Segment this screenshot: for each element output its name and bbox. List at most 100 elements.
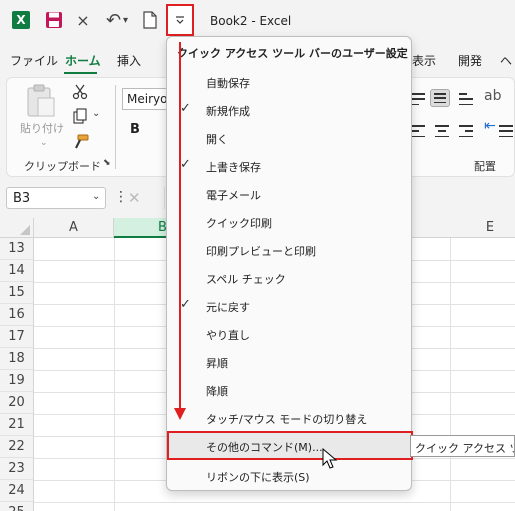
- tab-home[interactable]: ホーム: [65, 52, 101, 69]
- menu-item-redo[interactable]: やり直し: [168, 319, 411, 347]
- save-button[interactable]: [44, 8, 64, 32]
- row-header[interactable]: 15: [0, 282, 34, 304]
- annotation-arrow-head-icon: [174, 408, 186, 420]
- menu-item-undo[interactable]: ✓ 元に戻す: [168, 291, 411, 319]
- orientation-icon[interactable]: ab: [484, 88, 501, 104]
- align-right-button[interactable]: [456, 122, 476, 140]
- name-box-dropdown-icon[interactable]: ⌄: [92, 191, 100, 202]
- menu-item-label: 降順: [206, 385, 228, 398]
- align-middle-button[interactable]: [430, 89, 450, 107]
- select-all-corner[interactable]: [0, 218, 34, 238]
- menu-item-email[interactable]: 電子メール: [168, 179, 411, 207]
- window-title: Book2 - Excel: [210, 14, 292, 28]
- menu-item-open[interactable]: 開く: [168, 123, 411, 151]
- column-header-e[interactable]: E: [450, 218, 515, 238]
- new-document-button[interactable]: [140, 8, 160, 32]
- row-header[interactable]: 25: [0, 502, 34, 511]
- align-center-button[interactable]: [432, 122, 452, 140]
- undo-icon: ↶: [105, 9, 122, 31]
- row-header[interactable]: 19: [0, 370, 34, 392]
- menu-item-print-preview[interactable]: 印刷プレビューと印刷: [168, 235, 411, 263]
- grid-line: [34, 502, 515, 503]
- menu-item-label: 上書き保存: [206, 161, 261, 174]
- new-document-icon: [143, 11, 157, 29]
- menu-item-label: タッチ/マウス モードの切り替え: [206, 413, 368, 426]
- menu-item-touch-mouse-mode[interactable]: タッチ/マウス モードの切り替え: [168, 403, 411, 431]
- font-name-box[interactable]: Meiryo: [122, 88, 170, 110]
- menu-item-autosave[interactable]: 自動保存: [168, 67, 411, 95]
- menu-item-more-commands[interactable]: その他のコマンド(M)...: [167, 431, 413, 460]
- row-header[interactable]: 18: [0, 348, 34, 370]
- row-header[interactable]: 14: [0, 260, 34, 282]
- menu-item-new[interactable]: ✓ 新規作成: [168, 95, 411, 123]
- menu-item-save[interactable]: ✓ 上書き保存: [168, 151, 411, 179]
- bold-button[interactable]: B: [130, 122, 140, 137]
- active-tab-indicator: [64, 72, 97, 74]
- paste-icon[interactable]: [24, 84, 56, 118]
- row-header[interactable]: 13: [0, 238, 34, 260]
- row-header[interactable]: 22: [0, 436, 34, 458]
- tab-developer[interactable]: 開発: [458, 52, 482, 69]
- close-icon[interactable]: ×: [74, 8, 92, 32]
- tab-insert[interactable]: 挿入: [117, 52, 141, 69]
- cut-icon[interactable]: [72, 84, 88, 100]
- name-box[interactable]: B3: [6, 187, 106, 209]
- clipboard-dialog-launcher-icon[interactable]: ⬊: [103, 158, 111, 168]
- row-header[interactable]: 23: [0, 458, 34, 480]
- undo-dropdown-icon[interactable]: ▾: [123, 15, 128, 26]
- cancel-icon[interactable]: ✕: [128, 189, 141, 207]
- annotation-arrow-line: [179, 42, 181, 412]
- menu-item-label: リボンの下に表示(S): [206, 471, 310, 484]
- menu-item-label: 新規作成: [206, 105, 250, 118]
- qat-dropdown-icon: [176, 16, 184, 24]
- increase-indent-button[interactable]: [496, 122, 515, 140]
- qat-customize-menu: クイック アクセス ツール バーのユーザー設定 自動保存 ✓ 新規作成 開く ✓…: [166, 36, 413, 491]
- menu-item-label: 昇順: [206, 357, 228, 370]
- grid-line: [114, 238, 115, 511]
- menu-item-spelling[interactable]: スペル チェック: [168, 263, 411, 291]
- paste-dropdown-icon[interactable]: ⌄: [40, 138, 48, 148]
- row-header[interactable]: 24: [0, 480, 34, 502]
- row-header[interactable]: 21: [0, 414, 34, 436]
- format-painter-icon[interactable]: [72, 134, 90, 150]
- clipboard-group-label: クリップボード: [24, 160, 101, 173]
- menu-item-label: その他のコマンド(M)...: [206, 441, 323, 454]
- align-bottom-button[interactable]: [456, 90, 476, 108]
- tab-help[interactable]: ヘ: [500, 52, 512, 69]
- check-icon: ✓: [180, 101, 191, 116]
- menu-item-sort-ascending[interactable]: 昇順: [168, 347, 411, 375]
- row-header[interactable]: 20: [0, 392, 34, 414]
- menu-item-label: 開く: [206, 133, 228, 146]
- row-header[interactable]: 17: [0, 326, 34, 348]
- menu-item-label: 印刷プレビューと印刷: [206, 245, 316, 258]
- menu-item-sort-descending[interactable]: 降順: [168, 375, 411, 403]
- menu-item-label: 自動保存: [206, 77, 250, 90]
- copy-dropdown-icon[interactable]: ⌄: [92, 108, 100, 119]
- title-bar: X × ↶ ▾ Book2 - Excel: [0, 0, 515, 40]
- tooltip: クイック アクセス ツール: [410, 435, 515, 457]
- menu-item-label: 電子メール: [206, 189, 261, 202]
- menu-item-quick-print[interactable]: クイック印刷: [168, 207, 411, 235]
- row-header[interactable]: 16: [0, 304, 34, 326]
- qat-customize-button[interactable]: [166, 4, 194, 36]
- tab-file[interactable]: ファイル: [10, 52, 58, 69]
- copy-icon[interactable]: [72, 108, 88, 124]
- alignment-group-label: 配置: [474, 160, 496, 173]
- menu-item-show-below-ribbon[interactable]: リボンの下に表示(S): [168, 461, 411, 489]
- menu-item-label: 元に戻す: [206, 301, 250, 314]
- menu-item-label: やり直し: [206, 329, 250, 342]
- column-header-a[interactable]: A: [34, 218, 114, 238]
- grid-line: [450, 238, 451, 511]
- column-header-b[interactable]: B: [114, 218, 168, 238]
- save-icon: [46, 12, 62, 28]
- mouse-cursor-icon: [322, 448, 338, 469]
- menu-header: クイック アクセス ツール バーのユーザー設定: [177, 47, 408, 60]
- decrease-indent-icon[interactable]: ⇤: [484, 118, 496, 134]
- menu-item-label: スペル チェック: [206, 273, 286, 286]
- paste-label[interactable]: 貼り付け: [20, 120, 64, 136]
- undo-button[interactable]: ↶ ▾: [100, 8, 134, 32]
- excel-logo-icon: X: [10, 8, 32, 32]
- tab-view[interactable]: 表示: [412, 52, 436, 69]
- check-icon: ✓: [180, 297, 191, 312]
- group-divider: [115, 85, 116, 169]
